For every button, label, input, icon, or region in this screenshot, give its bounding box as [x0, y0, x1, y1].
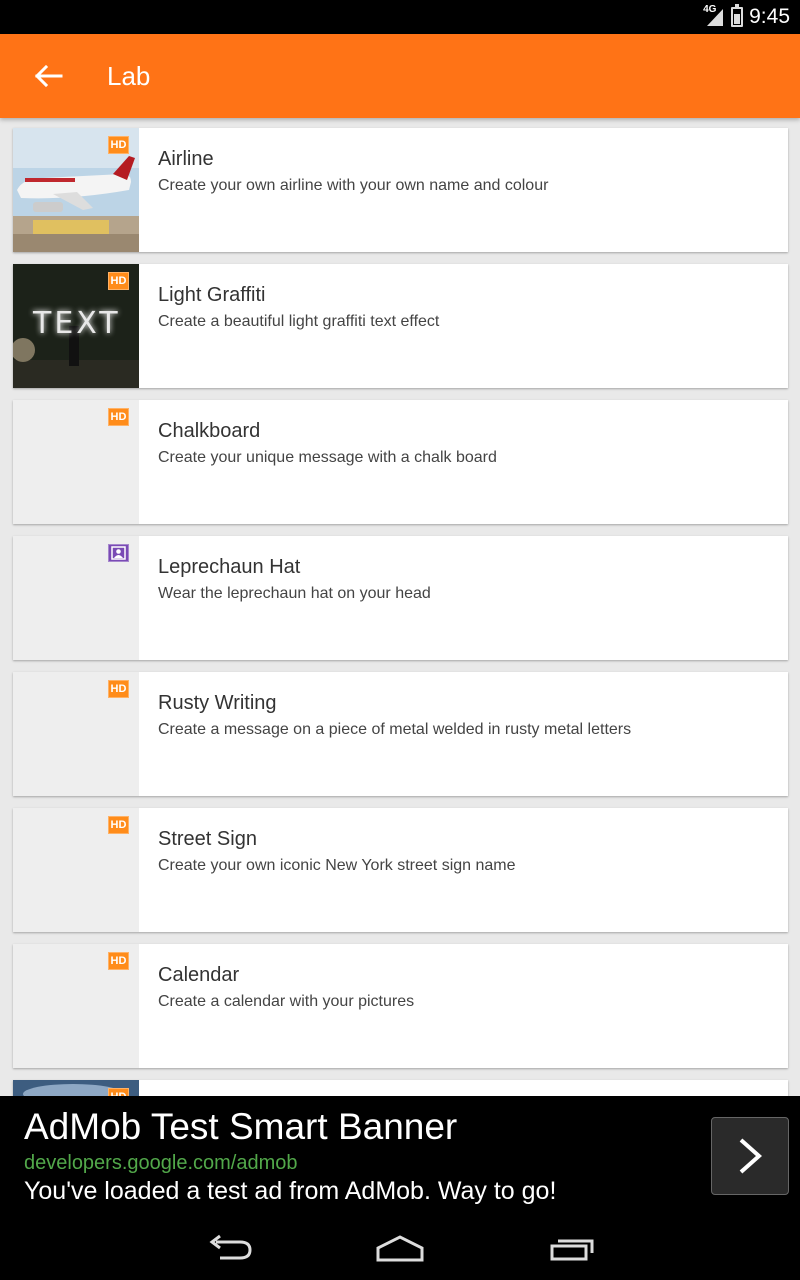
status-bar: 4G 9:45 — [0, 0, 800, 34]
light-graffiti-thumbnail: TEXT HD — [13, 264, 139, 388]
item-title: Light Graffiti — [158, 284, 266, 306]
list-item-rusty-writing[interactable]: HD Rusty Writing Create a message on a p… — [13, 672, 788, 796]
hd-badge: HD — [108, 136, 129, 154]
list-item-leprechaun-hat[interactable]: Leprechaun Hat Wear the leprechaun hat o… — [13, 536, 788, 660]
back-arrow-icon — [34, 64, 63, 88]
item-description: Create your own iconic New York street s… — [158, 857, 516, 874]
page-title: Lab — [107, 61, 151, 91]
face-badge-icon — [108, 544, 129, 562]
sky-thumbnail: HD — [13, 1080, 139, 1096]
item-title: Chalkboard — [158, 420, 261, 442]
ad-open-button[interactable] — [711, 1117, 789, 1195]
item-title: Leprechaun Hat — [158, 556, 301, 578]
app-bar: Lab — [0, 34, 800, 118]
hd-badge: HD — [108, 816, 129, 834]
status-icons: 4G 9:45 — [703, 4, 790, 30]
clock: 9:45 — [749, 5, 790, 28]
hd-badge: HD — [108, 408, 129, 426]
system-nav-bar — [0, 1216, 800, 1280]
list-item-calendar[interactable]: HD Calendar Create a calendar with your … — [13, 944, 788, 1068]
hd-badge: HD — [108, 952, 129, 970]
item-description: Wear the leprechaun hat on your head — [158, 585, 431, 602]
item-title: Calendar — [158, 964, 240, 986]
back-button[interactable] — [24, 54, 72, 98]
rusty-writing-thumbnail: HD — [13, 672, 139, 796]
recents-icon — [550, 1239, 594, 1261]
calendar-thumbnail: HD — [13, 944, 139, 1068]
ad-url[interactable]: developers.google.com/admob — [24, 1152, 298, 1175]
nav-back-button[interactable] — [200, 1228, 260, 1268]
item-description: Create your unique message with a chalk … — [158, 449, 497, 466]
nav-home-button[interactable] — [370, 1228, 430, 1268]
list-item-light-graffiti[interactable]: TEXT HD Light Graffiti Create a beautifu… — [13, 264, 788, 388]
item-description: Create a calendar with your pictures — [158, 993, 415, 1010]
chevron-right-icon — [739, 1138, 763, 1174]
airline-thumbnail: HD — [13, 128, 139, 252]
ad-title: AdMob Test Smart Banner — [24, 1106, 458, 1147]
leprechaun-hat-thumbnail — [13, 536, 139, 660]
list-item-street-sign[interactable]: HD Street Sign Create your own iconic Ne… — [13, 808, 788, 932]
graffiti-text: TEXT — [33, 306, 121, 341]
hd-badge: HD — [108, 680, 129, 698]
ad-banner[interactable]: AdMob Test Smart Banner developers.googl… — [0, 1096, 800, 1216]
item-title: Street Sign — [158, 828, 257, 850]
nav-recents-button[interactable] — [542, 1228, 602, 1268]
street-sign-thumbnail: HD — [13, 808, 139, 932]
list-item-partial[interactable]: HD — [13, 1080, 788, 1096]
hd-badge: HD — [108, 272, 129, 290]
item-title: Rusty Writing — [158, 692, 277, 714]
hd-badge: HD — [108, 1088, 129, 1096]
item-description: Create a beautiful light graffiti text e… — [158, 313, 440, 330]
effects-list[interactable]: HD Airline Create your own airline with … — [0, 118, 800, 1096]
battery-icon — [731, 4, 744, 27]
item-description: Create your own airline with your own na… — [158, 177, 549, 194]
item-title: Airline — [158, 148, 214, 170]
item-description: Create a message on a piece of metal wel… — [158, 721, 632, 738]
home-icon — [376, 1235, 424, 1262]
ad-description: You've loaded a test ad from AdMob. Way … — [24, 1177, 557, 1205]
list-item-chalkboard[interactable]: HD Chalkboard Create your unique message… — [13, 400, 788, 524]
cell-signal-icon: 4G — [703, 4, 725, 28]
back-icon — [209, 1234, 252, 1260]
list-item-airline[interactable]: HD Airline Create your own airline with … — [13, 128, 788, 252]
network-type-label: 4G — [703, 4, 717, 15]
chalkboard-thumbnail: HD — [13, 400, 139, 524]
